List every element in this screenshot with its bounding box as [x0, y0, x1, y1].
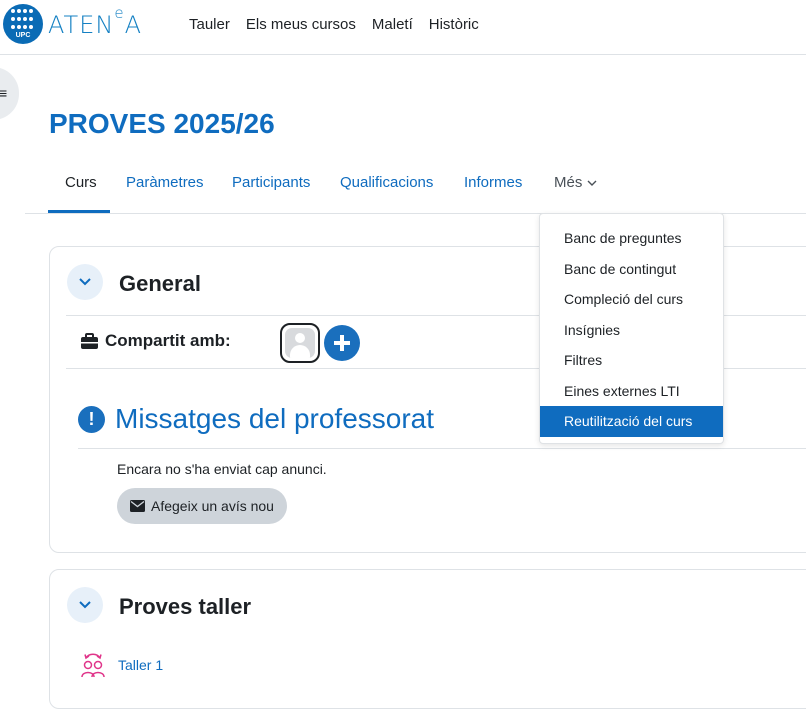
logo-text: UPC	[15, 32, 31, 39]
plus-icon	[334, 335, 350, 351]
tab-informes[interactable]: Informes	[464, 174, 522, 191]
section-proves-taller: Proves taller Taller 1	[49, 569, 806, 709]
chevron-down-icon	[79, 601, 91, 609]
collapse-general-button[interactable]	[67, 264, 103, 300]
menu-item-eines-externes-lti[interactable]: Eines externes LTI	[540, 376, 723, 407]
menu-item-banc-de-preguntes[interactable]: Banc de preguntes	[540, 223, 723, 254]
add-news-button[interactable]: Afegeix un avís nou	[117, 488, 287, 524]
tab-qualificacions[interactable]: Qualificacions	[340, 174, 433, 191]
no-news-message: Encara no s'ha enviat cap anunci.	[117, 461, 327, 477]
tab-parametres[interactable]: Paràmetres	[126, 174, 204, 191]
avatar[interactable]	[280, 323, 320, 363]
activity-link[interactable]: Taller 1	[118, 657, 163, 673]
active-tab-indicator	[48, 210, 110, 213]
top-navbar: UPC ATENeA Tauler Els meus cursos Maletí…	[0, 0, 806, 55]
page-title: PROVES 2025/26	[49, 108, 275, 139]
activity-taller-1[interactable]: Taller 1	[80, 652, 163, 678]
tab-curs[interactable]: Curs	[65, 174, 97, 191]
section-title-proves-taller: Proves taller	[119, 594, 252, 619]
workshop-icon	[81, 653, 105, 678]
menu-item-filtres[interactable]: Filtres	[540, 345, 723, 376]
more-dropdown-menu: Banc de preguntes Banc de contingut Comp…	[539, 213, 724, 444]
menu-item-complecio-del-curs[interactable]: Compleció del curs	[540, 284, 723, 315]
exclamation-icon: !	[78, 405, 105, 433]
course-tabs: Curs Paràmetres Participants Qualificaci…	[25, 160, 806, 214]
chevron-down-icon	[79, 278, 91, 286]
nav-historic[interactable]: Històric	[429, 16, 479, 33]
course-index-toggle[interactable]: ≡	[0, 67, 19, 120]
envelope-icon	[130, 500, 145, 512]
divider	[78, 448, 806, 449]
menu-item-insignies[interactable]: Insígnies	[540, 315, 723, 346]
menu-item-banc-de-contingut[interactable]: Banc de contingut	[540, 254, 723, 285]
logo-dots	[11, 9, 35, 31]
shared-with-label: Compartit amb:	[80, 331, 231, 351]
atenea-brand[interactable]: ATENeA	[48, 4, 142, 39]
collapse-proves-taller-button[interactable]	[67, 587, 103, 623]
primary-navigation: Tauler Els meus cursos Maletí Històric	[189, 16, 479, 33]
tab-participants[interactable]: Participants	[232, 174, 310, 191]
menu-item-reutilitzacio-del-curs[interactable]: Reutilització del curs	[540, 406, 723, 437]
news-forum-title[interactable]: ! Missatges del professorat	[78, 403, 434, 435]
add-shared-user-button[interactable]	[324, 325, 360, 361]
briefcase-icon	[81, 332, 98, 349]
tab-mes[interactable]: Més	[554, 174, 597, 191]
hamburger-icon: ≡	[0, 85, 8, 101]
section-title-general: General	[119, 271, 201, 296]
upc-logo[interactable]: UPC	[3, 4, 43, 44]
nav-maleti[interactable]: Maletí	[372, 16, 413, 33]
nav-els-meus-cursos[interactable]: Els meus cursos	[246, 16, 356, 33]
nav-tauler[interactable]: Tauler	[189, 16, 230, 33]
chevron-down-icon	[587, 180, 597, 187]
